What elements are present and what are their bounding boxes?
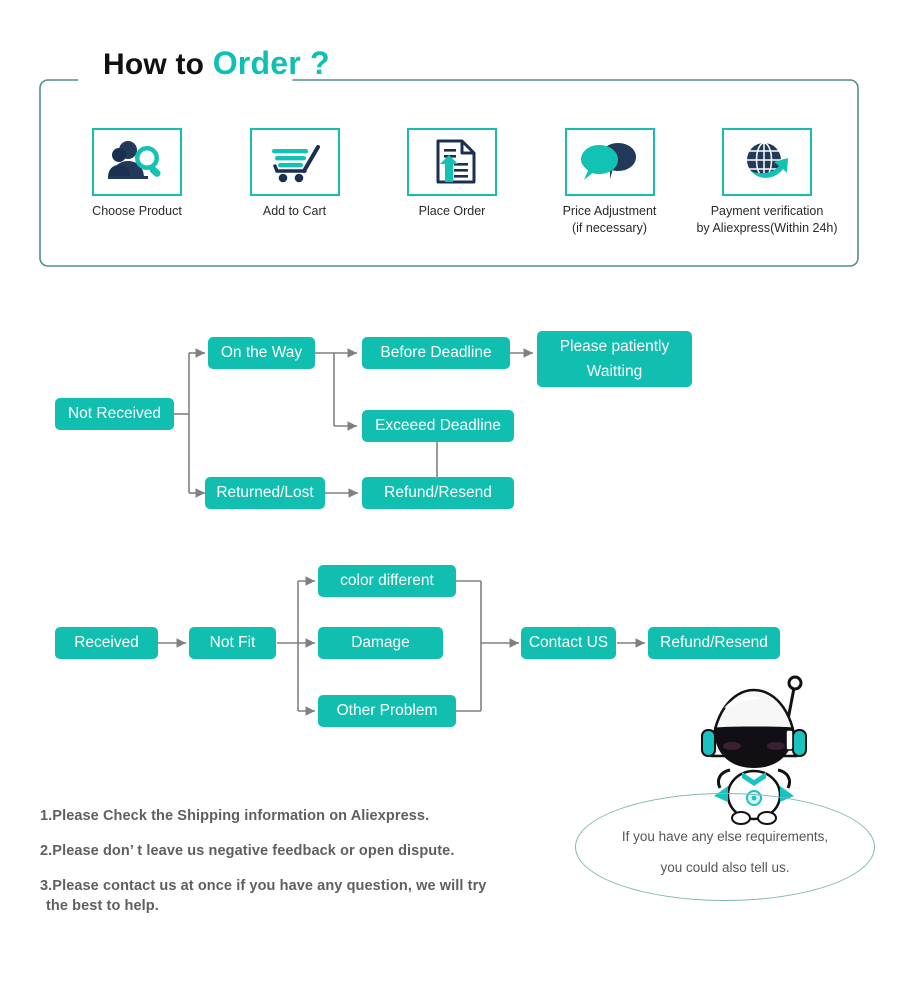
flow-node-not-received[interactable]: Not Received — [55, 398, 174, 430]
order-step-icon-box — [249, 128, 340, 196]
order-step-icon-box — [564, 128, 655, 196]
flow-node-received[interactable]: Received — [55, 627, 158, 659]
flowchart-not-received: Not Received On the Way Before Deadline … — [0, 320, 900, 520]
flow-node-label: Not Fit — [209, 634, 256, 651]
bubble-line-2: you could also tell us. — [660, 860, 790, 875]
bubble-line-1: If you have any else requirements, — [621, 829, 829, 844]
note-3: 3.Please contact us at once if you have … — [40, 878, 487, 894]
flow-node-returned-lost[interactable]: Returned/Lost — [205, 477, 325, 509]
flow-node-label: Returned/Lost — [216, 484, 314, 501]
flow-node-label-line1: Please patiently — [559, 338, 670, 355]
how-to-order-panel: How to Order ? Choose Product Add to Car… — [38, 45, 860, 268]
requirements-bubble: If you have any else requirements, you c… — [575, 793, 875, 901]
flow-node-on-the-way[interactable]: On the Way — [208, 337, 315, 369]
flow-node-contact-us[interactable]: Contact US — [521, 627, 616, 659]
bubble-text: If you have any else requirements, you c… — [575, 821, 875, 883]
order-step-sublabel: by Aliexpress(Within 24h) — [696, 221, 838, 235]
note-1: 1.Please Check the Shipping information … — [40, 808, 430, 824]
note-3-continuation: the best to help. — [46, 898, 159, 914]
flow-node-refund-resend-2[interactable]: Refund/Resend — [648, 627, 780, 659]
flow-node-please-patiently-waitting[interactable]: Please patiently Waitting — [537, 331, 692, 387]
order-step-choose-product[interactable]: Choose Product — [62, 128, 212, 237]
flow-node-not-fit[interactable]: Not Fit — [189, 627, 276, 659]
order-step-price-adjustment[interactable]: Price Adjustment (if necessary) — [535, 128, 685, 237]
flow-node-exceeed-deadline[interactable]: Exceeed Deadline — [362, 410, 514, 442]
order-step-sublabel: (if necessary) — [571, 221, 648, 235]
flow-node-other-problem[interactable]: Other Problem — [318, 695, 456, 727]
shopping-cart-icon — [271, 145, 320, 183]
order-step-icon-box — [407, 128, 497, 196]
order-step-label: Price Adjustment — [562, 204, 657, 218]
chat-bubbles-icon — [580, 143, 636, 180]
flow-node-label: Other Problem — [336, 702, 438, 719]
user-search-icon — [108, 141, 161, 179]
flow-node-label-line2: Waitting — [586, 363, 643, 380]
note-2: 2.Please don’ t leave us negative feedba… — [40, 843, 455, 859]
order-step-icon-box — [722, 128, 812, 196]
flow-node-refund-resend-1[interactable]: Refund/Resend — [362, 477, 514, 509]
order-step-label: Place Order — [418, 204, 486, 218]
flow-node-label: color different — [340, 572, 434, 589]
order-step-place-order[interactable]: Place Order — [377, 128, 527, 237]
page-title: How to Order ? — [103, 44, 330, 84]
flow-node-color-different[interactable]: color different — [318, 565, 456, 597]
upload-document-icon — [436, 139, 476, 184]
flow-node-label: Damage — [351, 634, 410, 651]
flow-node-label: Contact US — [528, 634, 609, 651]
flow-node-label: Refund/Resend — [660, 634, 768, 651]
page-title-part2: Order ? — [212, 45, 330, 81]
flow-node-label: On the Way — [220, 344, 303, 361]
flow-node-damage[interactable]: Damage — [318, 627, 443, 659]
flow-node-label: Exceeed Deadline — [375, 417, 501, 434]
flow-node-label: Before Deadline — [380, 344, 492, 361]
flow-node-before-deadline[interactable]: Before Deadline — [362, 337, 510, 369]
order-step-label: Add to Cart — [262, 204, 327, 218]
order-step-payment-verification[interactable]: Payment verification by Aliexpress(Withi… — [692, 128, 842, 237]
order-steps: Choose Product Add to Cart Place Order P… — [62, 128, 842, 237]
order-step-add-to-cart[interactable]: Add to Cart — [220, 128, 370, 237]
order-step-label: Payment verification — [710, 204, 824, 218]
flow-node-label: Received — [74, 634, 139, 651]
shipping-notes: 1.Please Check the Shipping information … — [40, 808, 600, 933]
globe-arrow-icon — [747, 142, 788, 178]
flow-node-label: Not Received — [67, 405, 162, 422]
page-title-part1: How to — [103, 48, 213, 81]
order-step-icon-box — [92, 128, 182, 196]
flow-node-label: Refund/Resend — [384, 484, 492, 501]
order-step-label: Choose Product — [92, 204, 182, 218]
